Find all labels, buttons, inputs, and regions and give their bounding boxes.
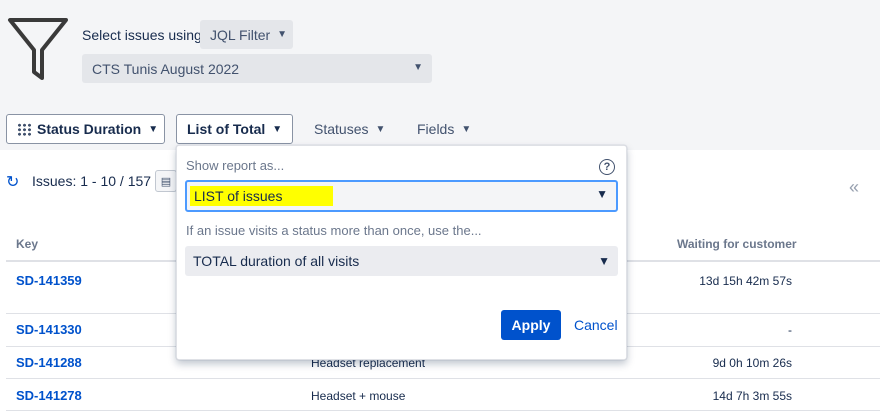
status-duration-button[interactable]: Status Duration ▼: [6, 114, 165, 144]
report-options-dropdown: Show report as... ? LIST of issues ▼ If …: [176, 145, 627, 360]
chart-icon[interactable]: ▤: [155, 170, 177, 192]
waiting-duration: 13d 15h 42m 57s: [699, 274, 792, 288]
apply-button[interactable]: Apply: [501, 310, 561, 340]
filter-name-value: CTS Tunis August 2022: [92, 60, 240, 77]
chevron-down-icon: ▼: [596, 187, 608, 201]
visits-label: If an issue visits a status more than on…: [186, 223, 482, 238]
chevron-down-icon: ▼: [598, 254, 610, 268]
chevron-down-icon: ▼: [461, 123, 472, 135]
statuses-label: Statuses: [314, 121, 369, 137]
chevron-down-icon: ▼: [413, 62, 423, 73]
visits-duration-select[interactable]: TOTAL duration of all visits ▼: [185, 246, 618, 276]
grid-icon: [17, 122, 31, 136]
column-header-waiting-for-customer[interactable]: Waiting for customer: [677, 237, 797, 251]
refresh-icon[interactable]: ↻: [6, 172, 19, 192]
issue-key-link[interactable]: SD-141278: [16, 388, 82, 403]
filter-name-select[interactable]: CTS Tunis August 2022 ▼: [82, 54, 432, 83]
row-divider: [6, 410, 880, 411]
select-issues-label: Select issues using: [82, 27, 202, 43]
issue-key-link[interactable]: SD-141288: [16, 355, 82, 370]
show-report-label: Show report as...: [186, 158, 285, 173]
visits-duration-value: TOTAL duration of all visits: [193, 253, 360, 269]
row-divider: [6, 378, 880, 379]
issue-key-link[interactable]: SD-141330: [16, 322, 82, 337]
cancel-button[interactable]: Cancel: [574, 317, 618, 333]
waiting-duration: -: [788, 323, 792, 337]
filter-funnel-icon: [8, 18, 68, 80]
issue-summary: Headset + mouse: [311, 389, 406, 403]
chevron-down-icon: ▼: [375, 123, 386, 135]
list-of-total-button[interactable]: List of Total ▼: [176, 114, 293, 144]
double-chevron-left-icon[interactable]: «: [849, 177, 859, 198]
jql-filter-dropdown[interactable]: JQL Filter ▼: [200, 20, 293, 49]
waiting-duration: 9d 0h 10m 26s: [712, 356, 792, 370]
help-icon[interactable]: ?: [599, 159, 615, 175]
fields-button[interactable]: Fields ▼: [417, 114, 471, 144]
chevron-down-icon: ▼: [272, 123, 283, 135]
issues-count-label: Issues: 1 - 10 / 157: [32, 173, 152, 189]
column-header-key[interactable]: Key: [16, 237, 38, 251]
waiting-duration: 14d 7h 3m 55s: [712, 389, 792, 403]
issue-key-link[interactable]: SD-141359: [16, 273, 82, 288]
report-type-value: LIST of issues: [190, 186, 333, 206]
statuses-button[interactable]: Statuses ▼: [314, 114, 385, 144]
fields-label: Fields: [417, 121, 455, 137]
list-of-total-label: List of Total: [187, 121, 266, 137]
jql-filter-label: JQL Filter: [210, 26, 271, 43]
chevron-down-icon: ▼: [148, 123, 159, 135]
status-duration-label: Status Duration: [37, 121, 142, 137]
report-type-select[interactable]: LIST of issues ▼: [185, 180, 618, 212]
chevron-down-icon: ▼: [277, 29, 288, 40]
